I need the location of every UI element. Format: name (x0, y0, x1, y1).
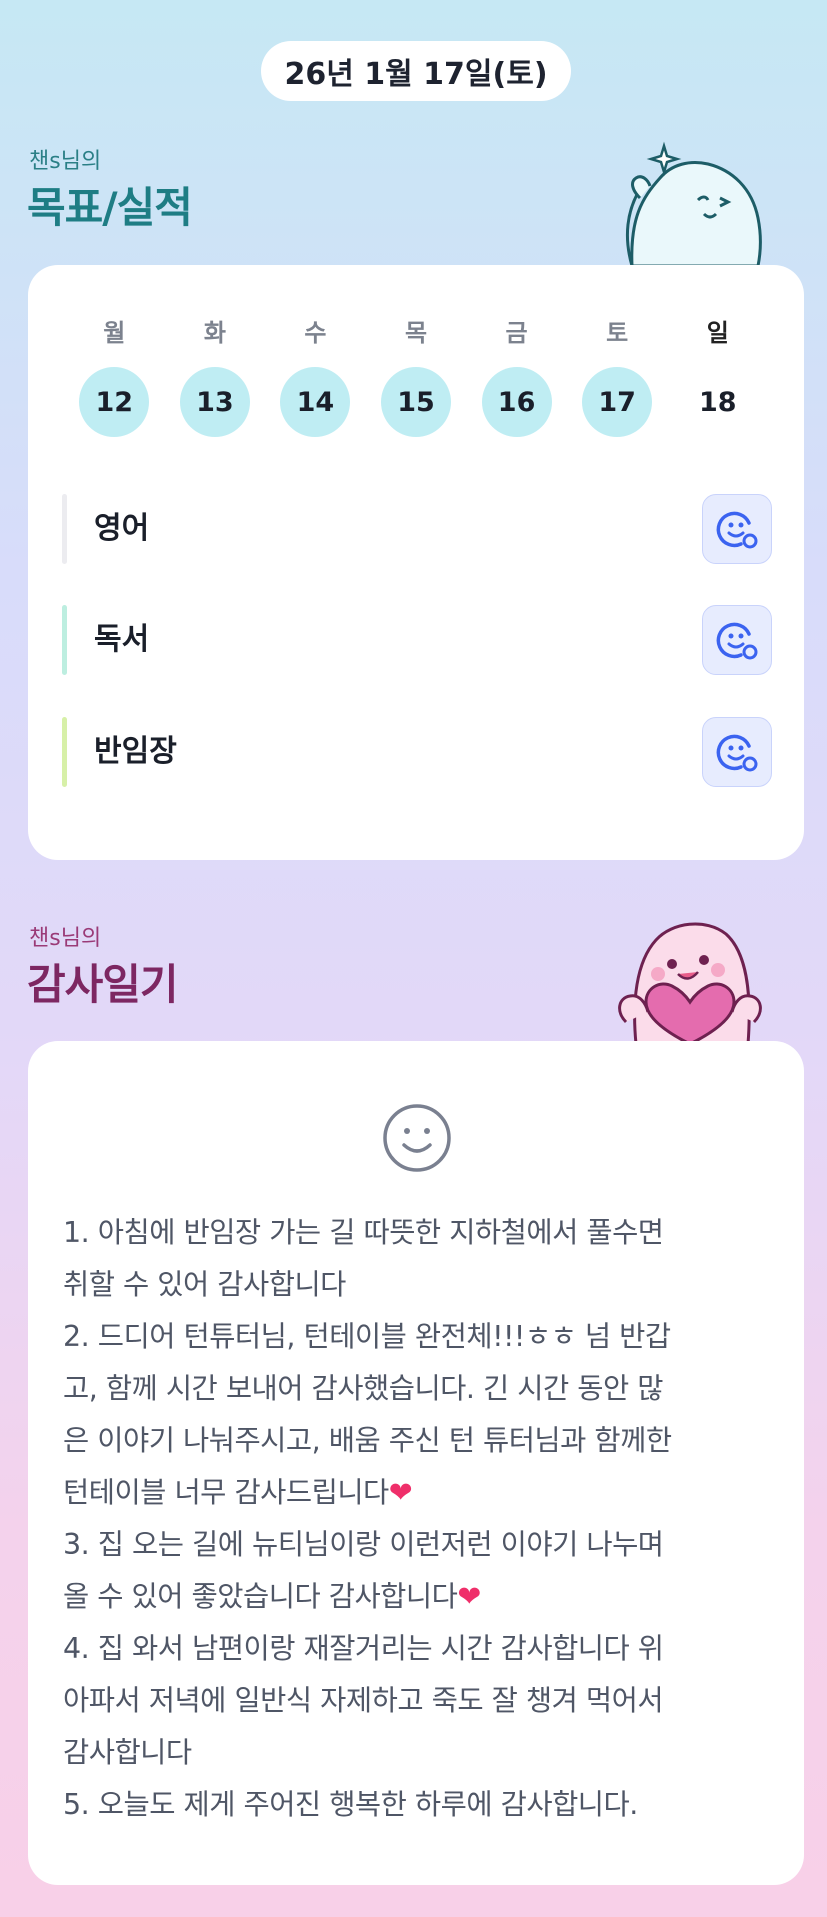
smile-add-icon (716, 511, 758, 549)
smile-face-icon[interactable] (382, 1103, 452, 1173)
goal-item-reading[interactable]: 독서 (62, 605, 772, 675)
gratitude-line: 5. 오늘도 제게 주어진 행복한 하루에 감사합니다. (63, 1788, 638, 1821)
week-row: 월 12 화 13 수 14 목 15 금 16 토 17 일 18 (64, 313, 768, 437)
day-date[interactable]: 15 (381, 367, 452, 437)
day-fri[interactable]: 금 16 (466, 313, 567, 437)
day-thu[interactable]: 목 15 (366, 313, 467, 437)
day-wed[interactable]: 수 14 (265, 313, 366, 437)
goals-card: 월 12 화 13 수 14 목 15 금 16 토 17 일 18 영어 독서… (28, 265, 804, 860)
gratitude-line: 4. 집 와서 남편이랑 재잘거리는 시간 감사합니다 위 (63, 1632, 664, 1665)
smile-add-button[interactable] (702, 494, 772, 564)
gratitude-card: 1. 아침에 반임장 가는 길 따뜻한 지하철에서 풀수면 취할 수 있어 감사… (28, 1041, 804, 1885)
gratitude-subtitle: 챈s님의 (29, 926, 102, 951)
gratitude-line: 올 수 있어 좋았습니다 감사합니다❤ (63, 1580, 481, 1613)
day-date[interactable]: 18 (683, 367, 753, 437)
goal-label: 반임장 (94, 734, 177, 769)
gratitude-line: 2. 드디어 턴튜터님, 턴테이블 완전체!!!ㅎㅎ 넘 반갑 (63, 1320, 671, 1353)
smile-add-icon (716, 622, 758, 660)
day-name: 일 (706, 319, 729, 347)
day-sun[interactable]: 일 18 (667, 313, 768, 437)
day-name: 화 (203, 319, 226, 347)
heart-icon: ❤ (457, 1580, 481, 1613)
day-name: 월 (103, 319, 126, 347)
gratitude-line: 감사합니다 (63, 1736, 192, 1769)
smile-add-icon (716, 734, 758, 772)
heart-mascot-icon (618, 922, 762, 1044)
gratitude-line: 3. 집 오는 길에 뉴티님이랑 이런저런 이야기 나누며 (63, 1528, 664, 1561)
goal-label: 영어 (94, 511, 150, 546)
heart-icon: ❤ (388, 1476, 413, 1509)
day-mon[interactable]: 월 12 (64, 313, 165, 437)
gratitude-text: 1. 아침에 반임장 가는 길 따뜻한 지하철에서 풀수면 취할 수 있어 감사… (63, 1207, 783, 1831)
day-name: 금 (505, 319, 528, 347)
smile-add-button[interactable] (702, 605, 772, 675)
day-date[interactable]: 13 (179, 367, 250, 437)
gratitude-title: 감사일기 (27, 960, 179, 1009)
day-name: 목 (404, 319, 428, 347)
goal-item-banimjang[interactable]: 반임장 (62, 717, 772, 787)
goals-title: 목표/실적 (27, 183, 193, 232)
day-sat[interactable]: 토 17 (567, 313, 668, 437)
day-date[interactable]: 12 (79, 367, 150, 437)
gratitude-line: 턴테이블 너무 감사드립니다❤ (63, 1476, 413, 1509)
goal-color-bar (62, 494, 67, 564)
gratitude-line: 아파서 저녁에 일반식 자제하고 죽도 잘 챙겨 먹어서 (63, 1684, 664, 1717)
day-name: 토 (606, 319, 629, 347)
goal-label: 독서 (94, 622, 150, 657)
day-date[interactable]: 17 (582, 367, 653, 437)
goal-color-bar (62, 717, 67, 787)
day-tue[interactable]: 화 13 (165, 313, 266, 437)
day-date[interactable]: 14 (280, 367, 351, 437)
gratitude-line: 고, 함께 시간 보내어 감사했습니다. 긴 시간 동안 많 (63, 1372, 664, 1405)
gratitude-line: 취할 수 있어 감사합니다 (63, 1268, 346, 1301)
gratitude-line: 은 이야기 나눠주시고, 배움 주신 턴 튜터님과 함께한 (63, 1424, 672, 1457)
goal-item-english[interactable]: 영어 (62, 494, 772, 564)
gratitude-line: 1. 아침에 반임장 가는 길 따뜻한 지하철에서 풀수면 (63, 1216, 664, 1249)
smile-add-button[interactable] (702, 717, 772, 787)
ghost-mascot-icon (625, 141, 762, 268)
day-date[interactable]: 16 (481, 367, 552, 437)
date-pill[interactable]: 26년 1월 17일(토) (261, 41, 571, 101)
goal-color-bar (62, 605, 67, 675)
goals-subtitle: 챈s님의 (29, 149, 102, 174)
day-name: 수 (304, 319, 327, 347)
